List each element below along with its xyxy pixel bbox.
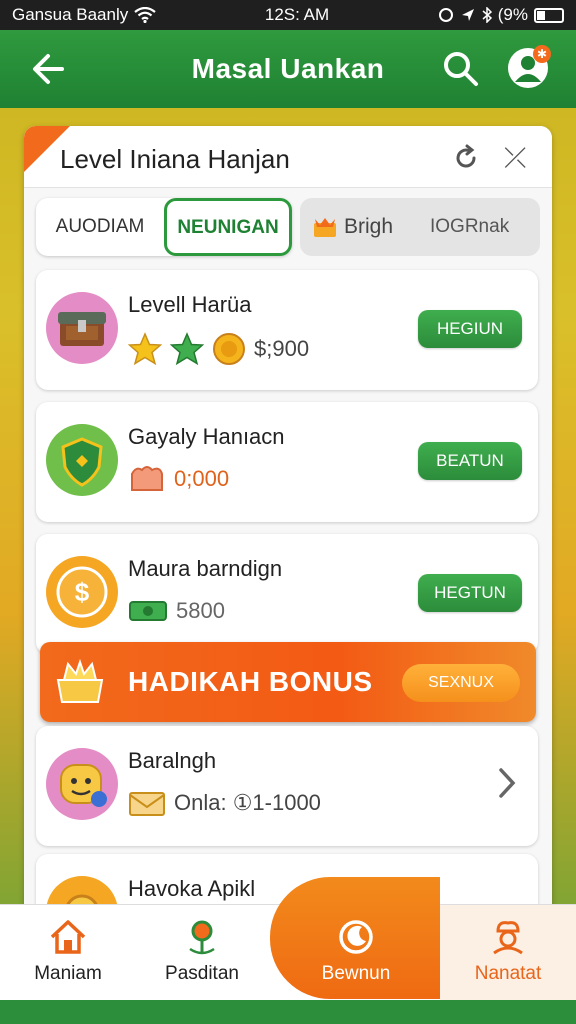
bottom-nav: Maniam Pasditan Bewnun Nanatat: [0, 877, 576, 1001]
location-arrow-icon: [461, 9, 474, 21]
nav-item-pasditan[interactable]: Pasditan: [136, 905, 268, 1001]
row-reward-value: 0;000: [174, 466, 230, 491]
row-action-button[interactable]: HEGIUN: [418, 310, 522, 348]
list-item[interactable]: Levell Harüa $;900 HEGIUN: [36, 270, 538, 390]
svg-text:$: $: [75, 577, 90, 607]
nav-label: Maniam: [34, 963, 102, 984]
nav-item-nanatat[interactable]: Nanatat: [442, 905, 574, 1001]
row-title: Baralngh: [128, 748, 217, 773]
row-action-button[interactable]: HEGTUN: [418, 574, 522, 612]
list-item[interactable]: Baralngh Onla: ①1-1000: [36, 726, 538, 846]
wifi-icon: [134, 7, 156, 23]
gold-star-icon: [128, 332, 162, 366]
tab-iogrnak[interactable]: IOGRnak: [430, 198, 509, 256]
bluetooth-icon: [482, 7, 492, 23]
carrier-label: Gansua Baanly: [12, 5, 129, 24]
row-title: Gayaly Hanıacn: [128, 424, 285, 449]
row-title: Levell Harüa: [128, 292, 252, 317]
bonus-banner[interactable]: HADIKAH BONUS SEXNUX: [40, 642, 536, 722]
close-icon[interactable]: ⤫: [504, 142, 526, 175]
coin-icon: [213, 333, 245, 365]
bottom-strip: [0, 1000, 576, 1024]
nav-item-maniam[interactable]: Maniam: [2, 905, 134, 1001]
nav-label: Pasditan: [165, 963, 239, 984]
status-bar: Gansua Baanly 12S: AM (9%: [0, 0, 576, 30]
row-title: Maura barndign: [128, 556, 283, 581]
chevron-right-icon[interactable]: [496, 766, 518, 800]
page-title: Masal Uankan: [191, 53, 385, 84]
tab-neunigan[interactable]: NEUNIGAN: [164, 198, 292, 256]
list-item[interactable]: Gayaly Hanıacn 0;000 BEATUN: [36, 402, 538, 522]
cash-bundle-icon: [129, 601, 167, 621]
moon-icon: [339, 920, 373, 954]
circle-c-icon: [438, 8, 453, 22]
crate-icon: [131, 466, 163, 491]
row-reward: 0;000: [128, 464, 229, 494]
nav-item-bewnun[interactable]: Bewnun: [290, 905, 422, 1001]
gift-box-icon: [56, 658, 104, 703]
row-reward: Onla: ①1-1000: [128, 788, 321, 818]
green-star-icon: [170, 332, 204, 366]
nav-label: Nanatat: [474, 963, 542, 984]
smiley-badge-icon: [46, 748, 118, 820]
crown-envelope-icon: [314, 218, 336, 237]
bonus-claim-button[interactable]: SEXNUX: [402, 664, 520, 702]
row-reward-value: 5800: [176, 598, 225, 623]
notification-badge-icon: ✱: [533, 45, 551, 63]
app-bar: Masal Uankan ✱: [0, 30, 576, 108]
card-header: Level Iniana Hanjan ⤫: [24, 126, 552, 188]
row-reward-value: Onla: ①1-1000: [174, 790, 321, 815]
battery-percent: (9%: [497, 5, 528, 24]
tab-group-primary: AUODIAM NEUNIGAN: [36, 198, 292, 256]
tab-auodiam[interactable]: AUODIAM: [36, 198, 164, 256]
battery-icon: [534, 7, 564, 23]
chef-icon: [493, 921, 523, 955]
refresh-icon[interactable]: [452, 144, 480, 172]
tab-brigh[interactable]: Brigh: [312, 198, 393, 256]
dollar-coin-icon: $: [46, 556, 118, 628]
row-reward: 5800: [128, 596, 225, 626]
bonus-title: HADIKAH BONUS: [128, 666, 373, 697]
tab-bar: AUODIAM NEUNIGAN Brigh IOGRnak: [36, 198, 540, 256]
row-reward: $;900: [128, 332, 309, 366]
level-card: Level Iniana Hanjan ⤫ AUODIAM NEUNIGAN B…: [24, 126, 552, 926]
tab-brigh-label: Brigh: [344, 215, 394, 238]
nav-label: Bewnun: [321, 963, 391, 984]
card-title: Level Iniana Hanjan: [60, 144, 290, 174]
row-title: Havoka Apikl: [128, 876, 256, 901]
row-reward-value: $;900: [254, 336, 310, 361]
row-action-button[interactable]: BEATUN: [418, 442, 522, 480]
treasure-chest-icon: [46, 292, 118, 364]
list-item[interactable]: $ Maura barndign 5800 HEGTUN: [36, 534, 538, 654]
shield-icon: [46, 424, 118, 496]
house-icon: [50, 920, 86, 954]
back-arrow-icon[interactable]: [30, 50, 68, 88]
map-pin-icon: [189, 920, 215, 955]
search-icon[interactable]: [442, 50, 480, 88]
envelope-icon: [129, 792, 165, 816]
tab-group-secondary: Brigh IOGRnak: [300, 198, 540, 256]
clock: 12S: AM: [264, 5, 330, 24]
